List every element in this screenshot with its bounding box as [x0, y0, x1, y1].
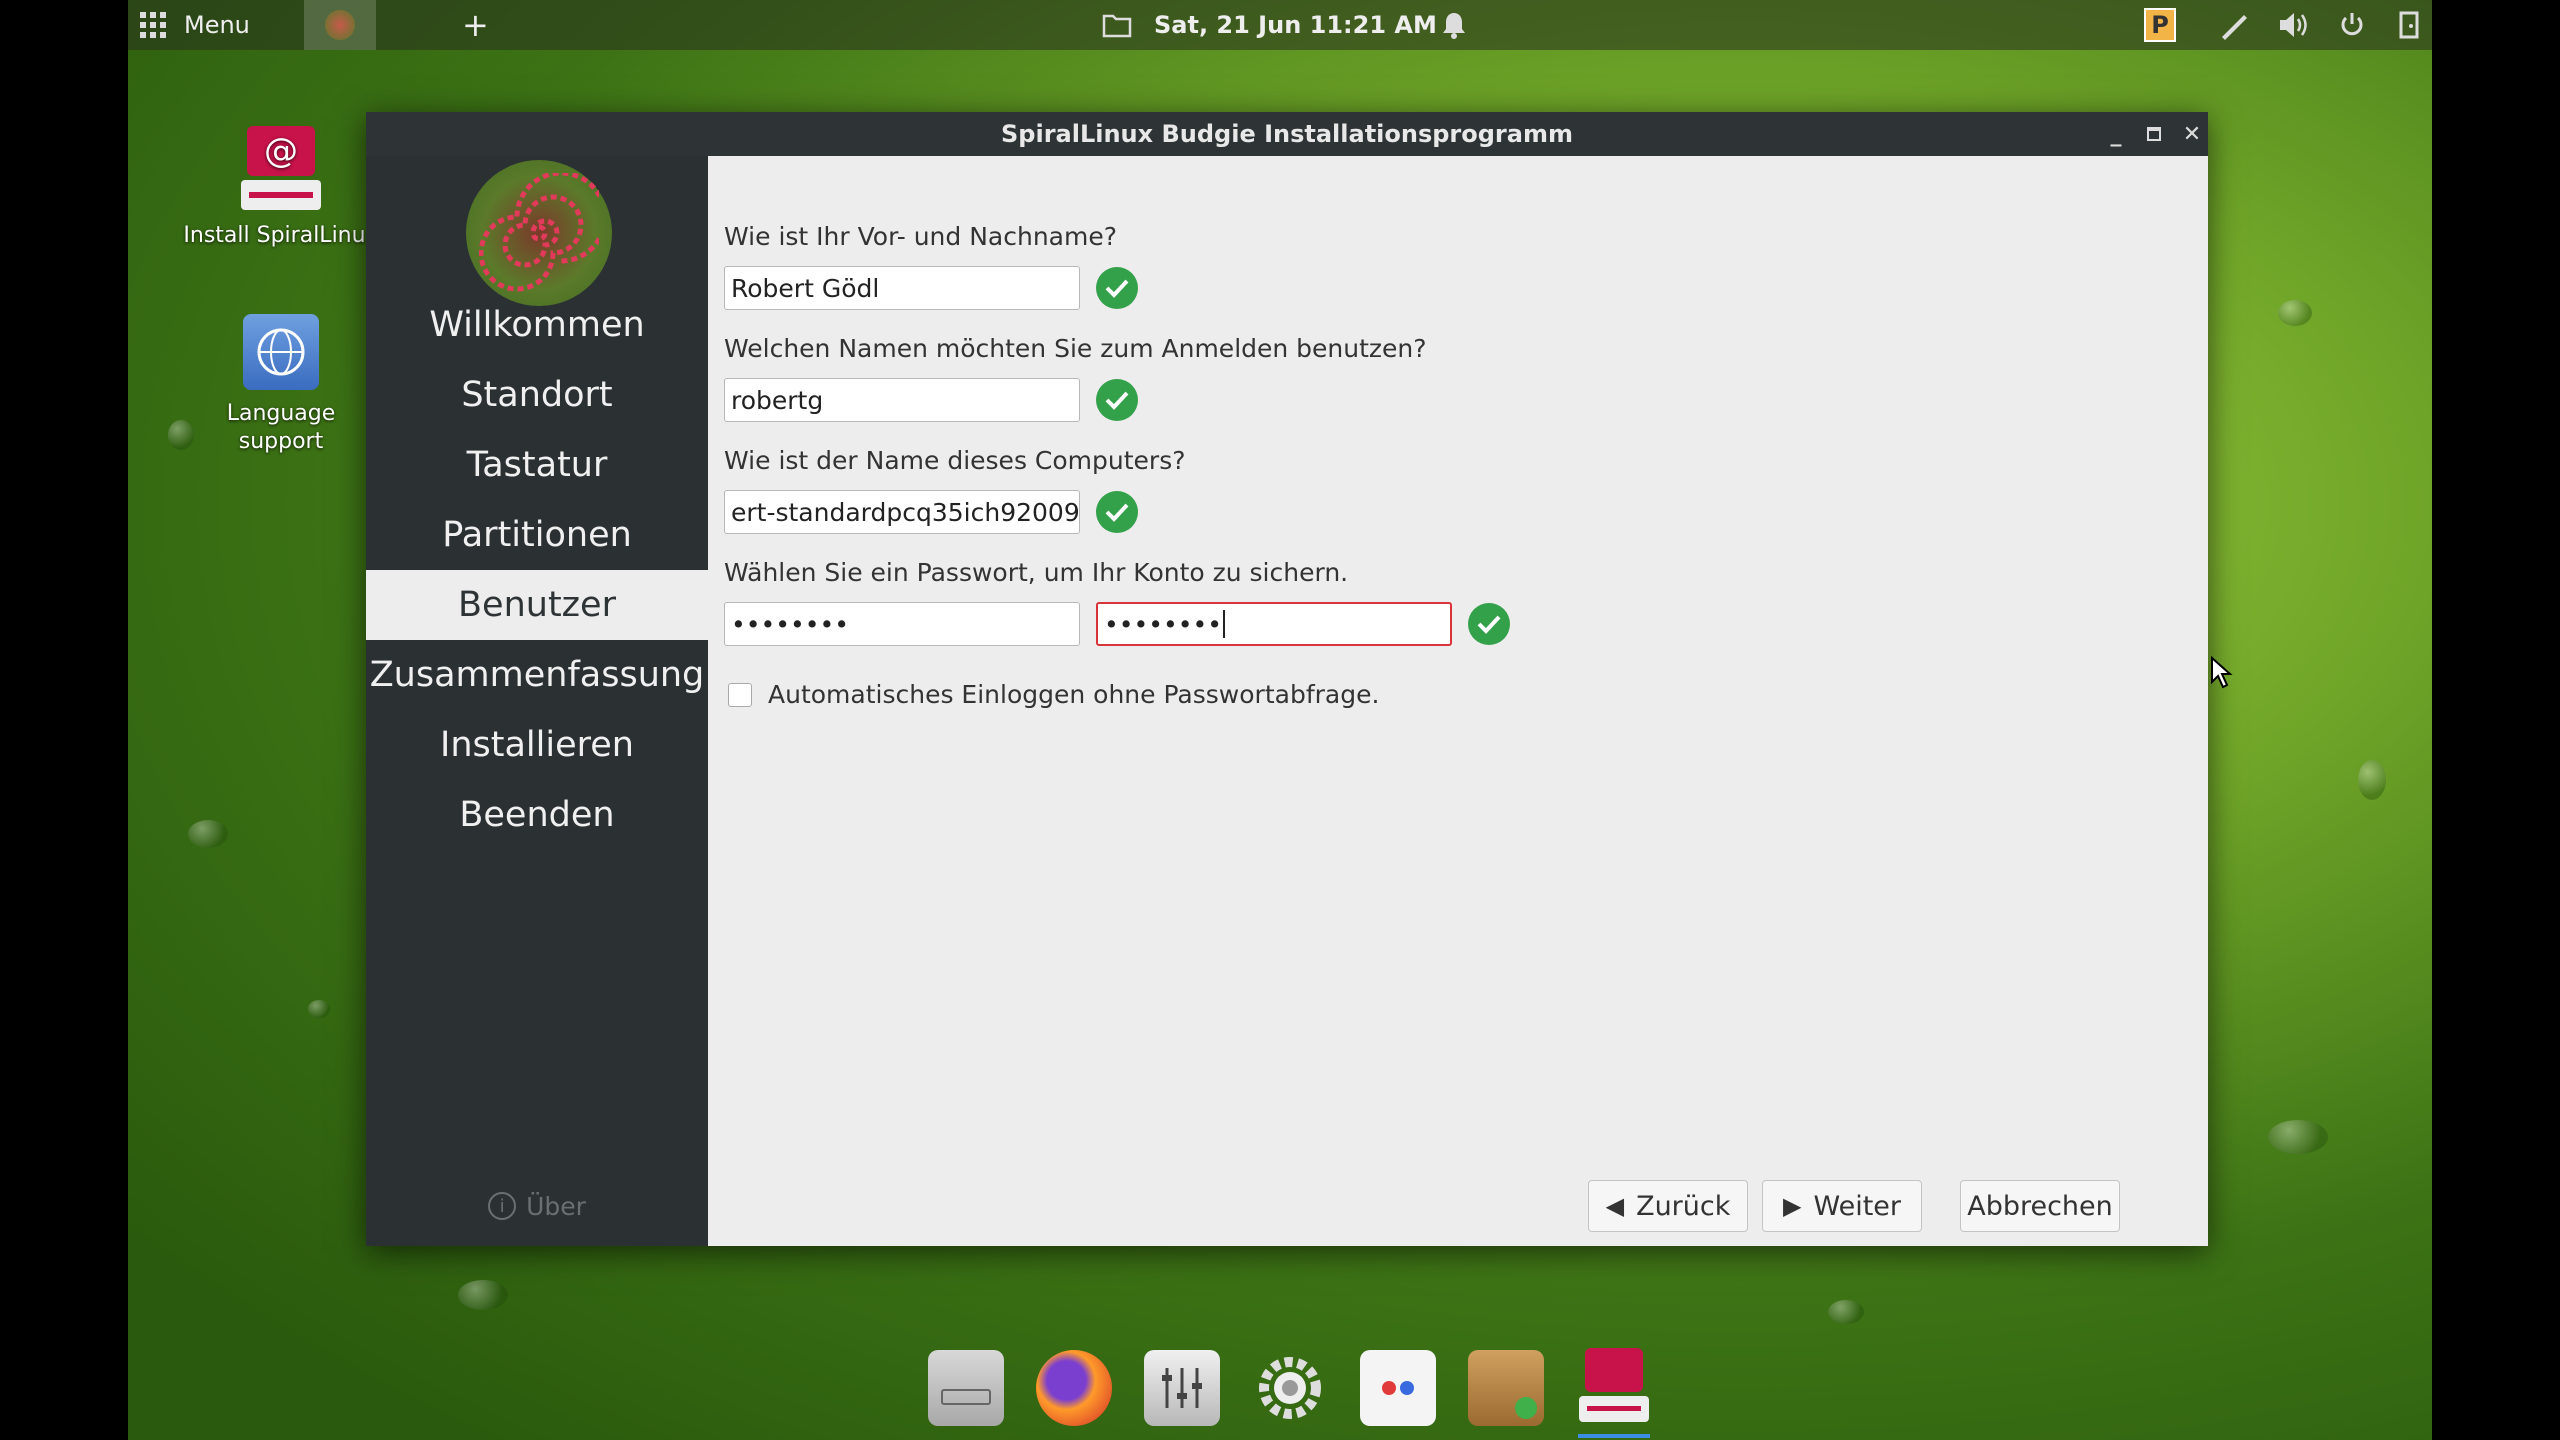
package-installer-icon[interactable] — [1468, 1350, 1544, 1426]
step-installieren: Installieren — [440, 725, 634, 765]
step-willkommen: Willkommen — [429, 305, 645, 345]
debian-installer-icon: @ — [241, 126, 321, 216]
wallpaper-drop — [1828, 1300, 1864, 1324]
settings-icon[interactable] — [1252, 1350, 1328, 1426]
globe-icon — [243, 314, 319, 390]
minimize-icon[interactable]: _ — [2102, 120, 2130, 148]
password-input[interactable]: •••••••• — [724, 602, 1080, 646]
name-question: Wie ist Ihr Vor- und Nachname? — [724, 222, 1117, 251]
mouse-pointer — [2210, 655, 2234, 694]
wallpaper-drop — [2268, 1120, 2328, 1154]
wallpaper-drop — [308, 1000, 330, 1018]
top-panel: Menu + Sat, 21 Jun 11:21 AM P — [128, 0, 2432, 50]
login-input[interactable]: robertg — [724, 378, 1080, 422]
step-beenden: Beenden — [459, 795, 615, 835]
parcellite-icon[interactable]: P — [2144, 0, 2176, 50]
installer-task-icon — [325, 10, 355, 40]
dock — [898, 1330, 1658, 1440]
close-icon[interactable]: ✕ — [2178, 120, 2206, 148]
host-valid-check-icon — [1096, 491, 1138, 533]
wallpaper-drop — [458, 1280, 508, 1310]
step-zusammenfassung: Zusammenfassung — [369, 655, 705, 695]
password-confirm-input[interactable]: •••••••• — [1096, 602, 1452, 646]
wallpaper-drop — [2278, 300, 2312, 326]
password-question: Wählen Sie ein Passwort, um Ihr Konto zu… — [724, 558, 1349, 587]
wallpaper-drop — [2358, 760, 2386, 800]
hostname-input[interactable]: ert-standardpcq35ich92009 — [724, 490, 1080, 534]
task-window-button[interactable] — [304, 0, 376, 50]
name-input[interactable]: Robert Gödl — [724, 266, 1080, 310]
autologin-option[interactable]: Automatisches Einloggen ohne Passwortabf… — [728, 680, 1379, 709]
step-partitionen: Partitionen — [442, 515, 632, 555]
firefox-icon[interactable] — [1036, 1350, 1112, 1426]
about-button[interactable]: i Über — [366, 1186, 708, 1226]
volume-icon[interactable] — [2278, 0, 2310, 50]
step-standort: Standort — [461, 375, 613, 415]
logout-icon[interactable] — [2398, 0, 2420, 50]
step-tastatur: Tastatur — [466, 445, 608, 485]
add-icon[interactable]: + — [462, 0, 489, 50]
software-icon[interactable] — [1360, 1350, 1436, 1426]
window-titlebar[interactable]: SpiralLinux Budgie Installationsprogramm… — [366, 112, 2208, 156]
arrow-left-icon: ◀ — [1605, 1192, 1625, 1220]
cancel-button[interactable]: Abbrechen — [1960, 1180, 2120, 1232]
back-button[interactable]: ◀ Zurück — [1588, 1180, 1748, 1232]
next-button[interactable]: ▶ Weiter — [1762, 1180, 1922, 1232]
desktop-icon-label: Install SpiralLinux — [183, 223, 379, 248]
info-icon: i — [488, 1192, 517, 1220]
desktop-icon-install-spirallinux[interactable]: @ Install SpiralLinux — [176, 126, 386, 250]
wallpaper-drop — [188, 820, 228, 848]
pen-icon[interactable] — [2218, 0, 2250, 50]
autologin-checkbox[interactable] — [728, 682, 752, 707]
text-cursor — [1222, 610, 1225, 638]
window-title: SpiralLinux Budgie Installationsprogramm — [1001, 120, 1573, 148]
active-indicator — [1578, 1434, 1650, 1438]
files-icon[interactable] — [928, 1350, 1004, 1426]
desktop: Menu + Sat, 21 Jun 11:21 AM P @ Install … — [128, 0, 2432, 1440]
about-label: Über — [526, 1191, 586, 1221]
autologin-label: Automatisches Einloggen ohne Passwortabf… — [768, 680, 1380, 709]
password-valid-check-icon — [1468, 603, 1510, 645]
arrow-right-icon: ▶ — [1783, 1192, 1802, 1220]
maximize-icon[interactable] — [2140, 120, 2168, 148]
step-benutzer: Benutzer — [366, 570, 708, 640]
steps-sidebar: Willkommen Standort Tastatur Partitionen… — [366, 156, 708, 1246]
login-valid-check-icon — [1096, 379, 1138, 421]
name-valid-check-icon — [1096, 267, 1138, 309]
host-question: Wie ist der Name dieses Computers? — [724, 446, 1186, 475]
menu-button[interactable]: Menu — [184, 0, 250, 50]
password-confirm-value: •••••••• — [1104, 609, 1222, 639]
login-question: Welchen Namen möchten Sie zum Anmelden b… — [724, 334, 1427, 363]
spirallinux-logo — [466, 160, 612, 306]
installer-window: SpiralLinux Budgie Installationsprogramm… — [366, 112, 2208, 1246]
user-form: Wie ist Ihr Vor- und Nachname? Robert Gö… — [708, 156, 2208, 1246]
clock[interactable]: Sat, 21 Jun 11:21 AM — [1154, 0, 1437, 50]
power-icon[interactable] — [2338, 0, 2366, 50]
folder-icon[interactable] — [1102, 0, 1132, 50]
apps-grid-icon[interactable] — [138, 0, 168, 50]
spirallinux-installer-icon[interactable] — [1576, 1348, 1652, 1426]
bell-icon[interactable] — [1442, 0, 1466, 50]
desktop-icon-label: Language support — [226, 401, 336, 454]
desktop-icon-language-support[interactable]: Language support — [176, 314, 386, 456]
mixer-icon[interactable] — [1144, 1350, 1220, 1426]
